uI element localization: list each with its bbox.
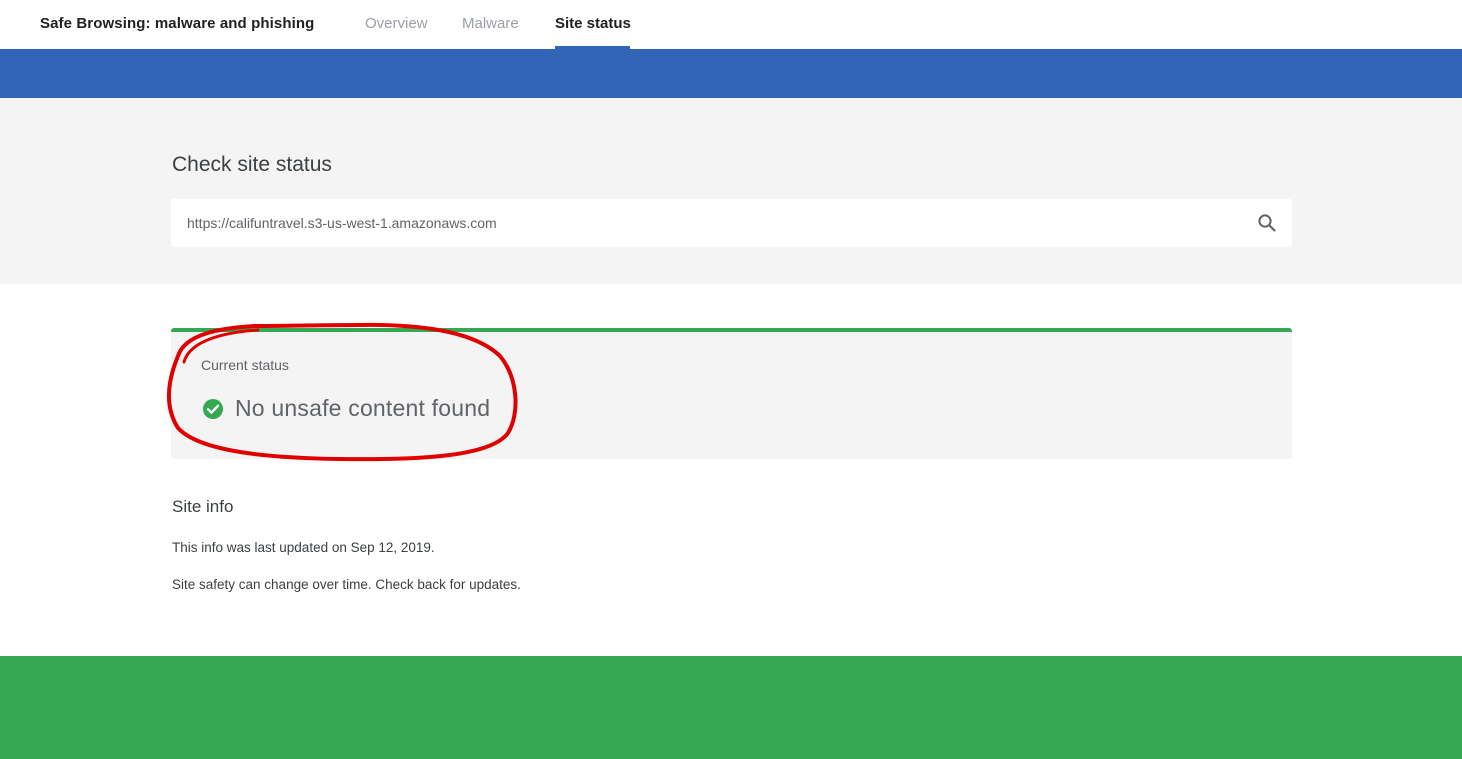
check-circle-icon: [203, 399, 223, 419]
brand-title[interactable]: Safe Browsing: malware and phishing: [40, 15, 314, 32]
check-site-section: Check site status: [0, 98, 1462, 284]
blue-banner: [0, 49, 1462, 98]
tab-overview[interactable]: Overview: [365, 15, 428, 32]
url-search-input[interactable]: [187, 199, 1227, 247]
top-header: Safe Browsing: malware and phishing Over…: [0, 0, 1462, 49]
search-icon[interactable]: [1255, 211, 1279, 235]
site-info-note: Site safety can change over time. Check …: [172, 577, 521, 592]
green-footer: [0, 656, 1462, 759]
site-info-title: Site info: [172, 497, 234, 516]
site-info-updated: This info was last updated on Sep 12, 20…: [172, 540, 435, 555]
tab-malware[interactable]: Malware: [462, 15, 519, 32]
tab-site-status[interactable]: Site status: [555, 15, 631, 32]
status-label: Current status: [201, 357, 289, 373]
check-site-title: Check site status: [172, 153, 332, 176]
status-card: Current status No unsafe content found: [171, 328, 1292, 459]
status-result: No unsafe content found: [235, 395, 491, 421]
search-box[interactable]: [171, 199, 1292, 247]
